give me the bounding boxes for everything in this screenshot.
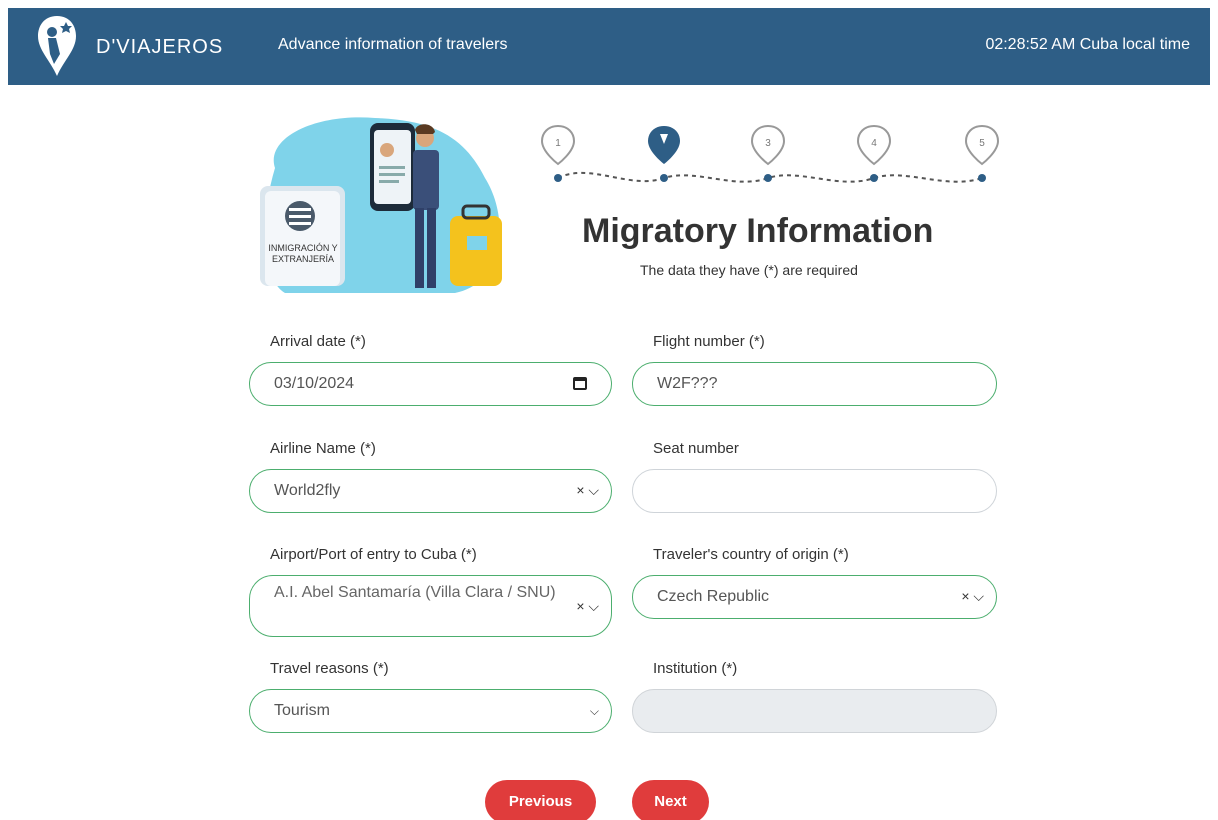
- clear-chevron-icon[interactable]: × ⌵: [961, 588, 984, 605]
- calendar-icon[interactable]: [573, 377, 587, 390]
- step-5-marker: 5: [964, 124, 1000, 182]
- traveler-illustration: INMIGRACIÓN Y EXTRANJERÍA: [260, 117, 502, 293]
- local-time-clock: 02:28:52 AM Cuba local time: [985, 36, 1190, 53]
- step-3-marker: 3: [750, 124, 786, 182]
- airport-label: Airport/Port of entry to Cuba (*): [270, 546, 477, 563]
- country-value: Czech Republic: [657, 588, 770, 605]
- header-subtitle: Advance information of travelers: [278, 36, 508, 53]
- seat-number-label: Seat number: [653, 440, 739, 457]
- airline-name-value: World2fly: [274, 482, 341, 499]
- dviajeros-logo-icon: [38, 16, 76, 76]
- top-bar: D'VIAJEROS Advance information of travel…: [8, 8, 1210, 85]
- seat-number-input[interactable]: [632, 469, 997, 513]
- step-2-marker-active: [648, 126, 680, 182]
- step-4-marker: 4: [856, 124, 892, 182]
- travel-reasons-value: Tourism: [274, 702, 331, 719]
- sign-text-1: INMIGRACIÓN Y: [268, 243, 337, 253]
- flight-number-value: W2F???: [657, 375, 718, 392]
- travel-reasons-select[interactable]: Tourism ⌵: [249, 689, 612, 733]
- clear-chevron-icon[interactable]: × ⌵: [576, 598, 599, 615]
- chevron-down-icon[interactable]: ⌵: [590, 704, 599, 719]
- airport-value: A.I. Abel Santamaría (Villa Clara / SNU): [274, 584, 556, 601]
- page-title: Migratory Information: [582, 212, 934, 250]
- airline-name-select[interactable]: World2fly × ⌵: [249, 469, 612, 513]
- country-select[interactable]: Czech Republic × ⌵: [632, 575, 997, 619]
- previous-button[interactable]: Previous: [485, 780, 596, 820]
- step-progress: 1 3 4 5: [540, 124, 1000, 183]
- arrival-date-input[interactable]: 03/10/2024: [249, 362, 612, 406]
- arrival-date-label: Arrival date (*): [270, 333, 366, 350]
- flight-number-label: Flight number (*): [653, 333, 765, 350]
- flight-number-input[interactable]: W2F???: [632, 362, 997, 406]
- travel-reasons-label: Travel reasons (*): [270, 660, 389, 677]
- svg-text:4: 4: [871, 138, 877, 149]
- country-label: Traveler's country of origin (*): [653, 546, 849, 563]
- sign-text-2: EXTRANJERÍA: [272, 254, 334, 264]
- airport-select[interactable]: A.I. Abel Santamaría (Villa Clara / SNU)…: [249, 575, 612, 637]
- institution-input: [632, 689, 997, 733]
- svg-text:3: 3: [765, 138, 771, 149]
- airline-name-label: Airline Name (*): [270, 440, 376, 457]
- required-note: The data they have (*) are required: [640, 262, 858, 278]
- clear-chevron-icon[interactable]: × ⌵: [576, 482, 599, 499]
- brand-name: D'VIAJEROS: [96, 36, 224, 58]
- arrival-date-value: 03/10/2024: [274, 375, 355, 392]
- next-button[interactable]: Next: [632, 780, 709, 820]
- svg-text:1: 1: [555, 138, 561, 149]
- svg-text:5: 5: [979, 138, 985, 149]
- institution-label: Institution (*): [653, 660, 738, 677]
